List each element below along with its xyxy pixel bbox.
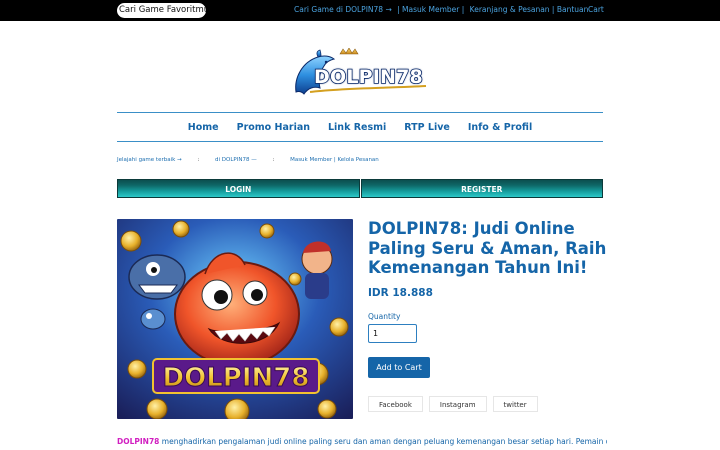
product-image: DOLPIN78 (117, 219, 353, 419)
breadcrumb: Jelajahi game terbaik → : di DOLPIN78 — … (117, 157, 393, 163)
breadcrumb-item[interactable]: Masuk Member | Kelola Pesanan (290, 157, 379, 163)
top-link-member[interactable]: | Masuk Member | (397, 5, 464, 14)
nav-rtp-live[interactable]: RTP Live (404, 122, 450, 133)
product-price: IDR 18.888 (368, 287, 433, 299)
breadcrumb-separator: : (197, 157, 200, 163)
main-nav: Home Promo Harian Link Resmi RTP Live In… (117, 114, 603, 141)
nav-home[interactable]: Home (188, 122, 219, 133)
add-to-cart-button[interactable]: Add to Cart (368, 357, 430, 378)
game-banner-illustration: DOLPIN78 (117, 219, 353, 419)
logo-text: DOLPIN78 (313, 65, 423, 89)
auth-bar: LOGIN REGISTER (117, 179, 603, 198)
top-bar: Cari Game Favoritmu Cari Game di DOLPIN7… (0, 0, 720, 21)
breadcrumb-item[interactable]: Jelajahi game terbaik → (117, 157, 182, 163)
search-input[interactable]: Cari Game Favoritmu (117, 3, 206, 18)
site-logo[interactable]: DOLPIN78 (290, 47, 430, 98)
product-description: DOLPIN78 menghadirkan pengalaman judi on… (117, 435, 607, 448)
top-links: Cari Game di DOLPIN78 → | Masuk Member |… (294, 4, 591, 16)
nav-link-resmi[interactable]: Link Resmi (328, 122, 386, 133)
nav-bottom-divider (117, 141, 603, 142)
quantity-input[interactable]: 1 (368, 324, 417, 343)
nav-info-profil[interactable]: Info & Profil (468, 122, 532, 133)
cart-link[interactable]: Cart (588, 4, 604, 16)
share-twitter-button[interactable]: twitter (492, 396, 538, 412)
share-buttons: Facebook Instagram twitter (368, 396, 544, 412)
breadcrumb-item[interactable]: di DOLPIN78 — (215, 157, 257, 163)
breadcrumb-separator: : (272, 157, 275, 163)
top-link-search[interactable]: Cari Game di DOLPIN78 → (294, 5, 392, 14)
login-button[interactable]: LOGIN (117, 179, 360, 198)
product-title: DOLPIN78: Judi Online Paling Seru & Aman… (368, 219, 607, 277)
quantity-label: Quantity (368, 312, 401, 321)
description-text: menghadirkan pengalaman judi online pali… (159, 437, 607, 446)
description-brand: DOLPIN78 (117, 437, 160, 446)
share-instagram-button[interactable]: Instagram (428, 396, 487, 412)
share-facebook-button[interactable]: Facebook (368, 396, 423, 412)
banner-title: DOLPIN78 (163, 363, 310, 393)
nav-promo-harian[interactable]: Promo Harian (237, 122, 310, 133)
top-link-cart-orders[interactable]: Keranjang & Pesanan | Bantuan (470, 5, 589, 14)
register-button[interactable]: REGISTER (360, 179, 603, 198)
nav-top-divider (117, 112, 603, 113)
